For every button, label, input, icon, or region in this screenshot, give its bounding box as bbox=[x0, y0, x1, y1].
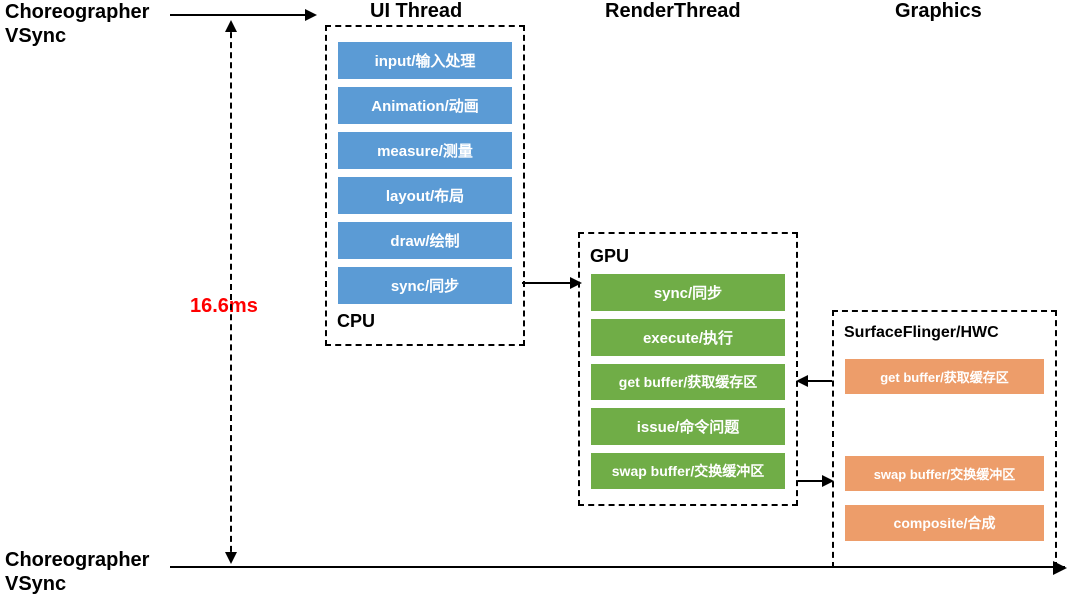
choreographer-vsync-bottom: Choreographer VSync bbox=[5, 548, 149, 596]
arrow-gpu-to-sf-swap bbox=[798, 480, 832, 482]
cpu-box: input/输入处理 Animation/动画 measure/测量 layou… bbox=[325, 25, 525, 346]
header-render-thread: RenderThread bbox=[605, 0, 741, 23]
sf-stage-get-buffer: get buffer/获取缓存区 bbox=[844, 358, 1045, 395]
gpu-stage-get-buffer: get buffer/获取缓存区 bbox=[590, 363, 786, 401]
arrow-cpu-to-gpu bbox=[522, 282, 580, 284]
frame-timing: 16.6ms bbox=[190, 295, 258, 318]
cpu-stage-layout: layout/布局 bbox=[337, 176, 513, 215]
cpu-stage-sync: sync/同步 bbox=[337, 266, 513, 305]
gpu-stage-issue: issue/命令问题 bbox=[590, 407, 786, 446]
cpu-label: CPU bbox=[337, 311, 513, 332]
frame-duration-bracket bbox=[230, 22, 232, 562]
header-graphics: Graphics bbox=[895, 0, 982, 23]
header-ui-thread: UI Thread bbox=[370, 0, 462, 23]
arrow-vsync-to-cpu bbox=[170, 14, 315, 16]
gpu-stage-sync: sync/同步 bbox=[590, 273, 786, 312]
sf-label: SurfaceFlinger/HWC bbox=[844, 324, 1045, 342]
sf-stage-swap-buffer: swap buffer/交换缓冲区 bbox=[844, 455, 1045, 492]
cpu-stage-animation: Animation/动画 bbox=[337, 86, 513, 125]
sf-stage-composite: composite/合成 bbox=[844, 504, 1045, 542]
cpu-stage-draw: draw/绘制 bbox=[337, 221, 513, 260]
cpu-stage-input: input/输入处理 bbox=[337, 41, 513, 80]
gpu-stage-swap-buffer: swap buffer/交换缓冲区 bbox=[590, 452, 786, 490]
gpu-stage-execute: execute/执行 bbox=[590, 318, 786, 357]
gpu-label: GPU bbox=[590, 246, 786, 267]
gpu-box: GPU sync/同步 execute/执行 get buffer/获取缓存区 … bbox=[578, 232, 798, 506]
choreographer-vsync-top: Choreographer VSync bbox=[5, 0, 149, 48]
sf-box: SurfaceFlinger/HWC get buffer/获取缓存区 swap… bbox=[832, 310, 1057, 568]
arrow-sf-to-gpu-getbuffer bbox=[798, 380, 832, 382]
cpu-stage-measure: measure/测量 bbox=[337, 131, 513, 170]
